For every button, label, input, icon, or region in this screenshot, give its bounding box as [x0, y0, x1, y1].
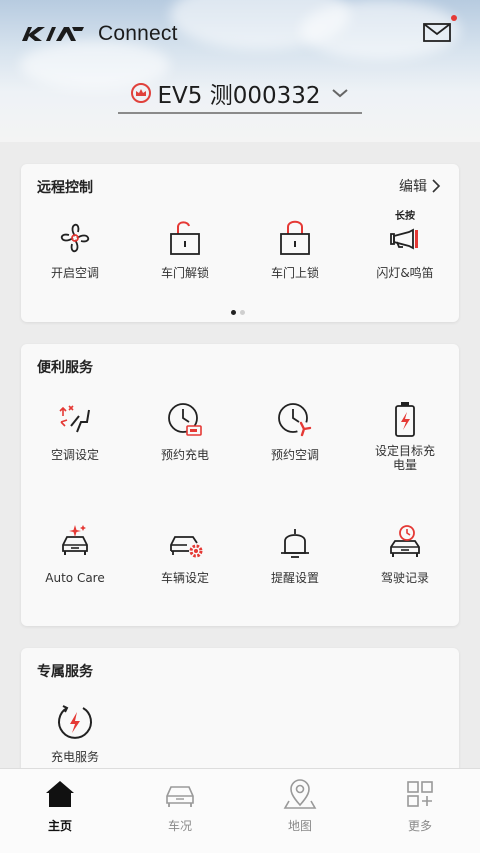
remote-item-label: 开启空调	[50, 266, 99, 280]
tab-home[interactable]: 主页	[20, 777, 100, 834]
remote-item-horn[interactable]: 闪灯&鸣笛	[350, 216, 460, 280]
scheduled-charge-icon	[168, 403, 202, 436]
kia-logo-icon	[22, 27, 84, 41]
fan-icon	[60, 223, 90, 253]
battery-target-icon	[395, 402, 415, 437]
tab-label: 车况	[167, 819, 192, 833]
service-item-label: 充电服务	[50, 750, 99, 764]
brand: Connect	[20, 22, 178, 46]
tab-map[interactable]: 地图	[260, 777, 340, 834]
scheduled-climate-icon	[278, 403, 312, 437]
exclusive-title: 专属服务	[37, 664, 93, 680]
auto-care-icon	[62, 525, 88, 555]
bell-icon	[281, 529, 309, 558]
service-item-label: 预约充电	[160, 448, 209, 462]
tab-label: 主页	[47, 819, 72, 833]
exclusive-item-charging[interactable]: 充电服务	[20, 700, 130, 764]
service-item-driving-record[interactable]: 驾驶记录	[350, 521, 460, 585]
unread-badge	[451, 15, 457, 21]
car-status-icon	[166, 786, 194, 807]
remote-control-card: 远程控制 编辑 开启空调 车门解锁 车门上锁 长按 闪灯&鸣笛	[21, 164, 459, 322]
service-item-scheduled-charge[interactable]: 预约充电	[130, 398, 240, 462]
service-item-reminder[interactable]: 提醒设置	[240, 521, 350, 585]
lock-icon	[280, 220, 310, 255]
unlock-icon	[170, 221, 200, 255]
edit-button[interactable]: 编辑	[399, 176, 441, 196]
car-settings-icon	[170, 536, 203, 558]
convenience-title: 便利服务	[37, 360, 93, 376]
home-icon	[46, 781, 74, 807]
remote-item-label: 车门上锁	[270, 266, 319, 280]
convenience-card: 便利服务 空调设定 预约充电 预约空调 设定目标充电量 Auto Care 车辆…	[21, 344, 459, 626]
tab-car-status[interactable]: 车况	[140, 777, 220, 834]
brand-name: Connect	[98, 22, 178, 45]
service-item-target-charge[interactable]: 设定目标充电量	[350, 398, 460, 472]
edit-label: 编辑	[399, 179, 427, 195]
service-item-label: 设定目标充电量	[374, 444, 435, 472]
service-item-auto-care[interactable]: Auto Care	[20, 521, 130, 585]
remote-item-ac[interactable]: 开启空调	[20, 216, 130, 280]
bottom-tab-bar: 主页 车况 地图 更多	[0, 768, 480, 853]
tab-label: 地图	[287, 819, 312, 833]
page-indicator	[231, 310, 245, 315]
remote-item-label: 闪灯&鸣笛	[376, 266, 434, 280]
service-item-scheduled-climate[interactable]: 预约空调	[240, 398, 350, 462]
remote-item-unlock[interactable]: 车门解锁	[130, 216, 240, 280]
service-item-climate[interactable]: 空调设定	[20, 398, 130, 462]
tab-more[interactable]: 更多	[380, 777, 460, 834]
mail-icon[interactable]	[420, 20, 456, 44]
service-item-label: 预约空调	[270, 448, 319, 462]
horn-icon	[390, 228, 418, 250]
service-item-label: 提醒设置	[270, 571, 319, 585]
header-hero: Connect EV5 测000332	[0, 0, 480, 142]
service-item-label: 空调设定	[50, 448, 99, 462]
remote-item-label: 车门解锁	[160, 266, 209, 280]
page-dot	[240, 310, 245, 315]
more-icon	[407, 781, 433, 807]
crown-icon	[131, 83, 152, 103]
service-item-label: Auto Care	[45, 571, 105, 585]
tab-label: 更多	[407, 819, 432, 833]
charging-service-icon	[58, 705, 92, 739]
vehicle-selector[interactable]: EV5 测000332	[118, 74, 362, 114]
remote-control-title: 远程控制	[37, 180, 93, 196]
service-item-car-settings[interactable]: 车辆设定	[130, 521, 240, 585]
vehicle-name: EV5 测000332	[157, 83, 321, 109]
chevron-right-icon	[432, 179, 441, 193]
service-item-label: 驾驶记录	[380, 571, 429, 585]
climate-seat-icon	[59, 405, 90, 433]
driving-record-icon	[390, 525, 420, 557]
map-icon	[283, 779, 317, 809]
exclusive-card: 专属服务 充电服务	[21, 648, 459, 788]
service-item-label: 车辆设定	[160, 571, 209, 585]
remote-item-lock[interactable]: 车门上锁	[240, 216, 350, 280]
chevron-down-icon	[331, 89, 348, 98]
page-dot-active	[231, 310, 236, 315]
